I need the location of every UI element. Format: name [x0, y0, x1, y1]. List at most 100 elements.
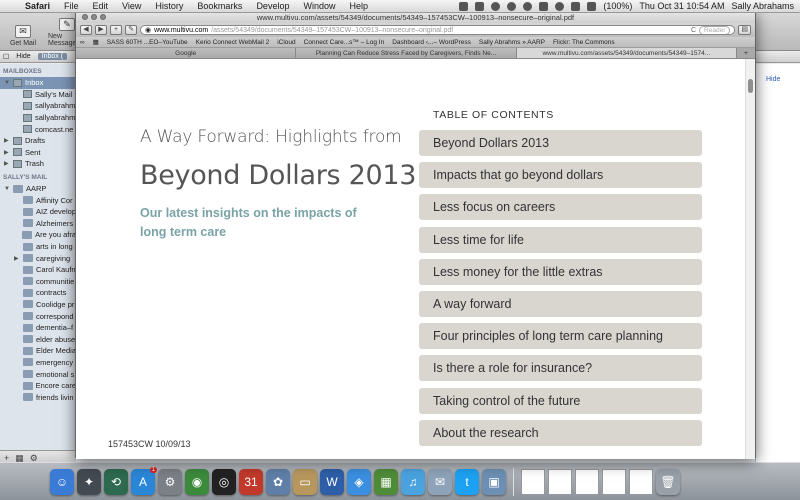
- folder-row[interactable]: friends livin: [0, 391, 76, 403]
- launchpad-icon[interactable]: ✦: [77, 468, 101, 495]
- app-store-icon[interactable]: A1: [131, 466, 157, 495]
- back-button[interactable]: ◀: [80, 25, 92, 35]
- time-machine-status-icon[interactable]: [523, 1, 533, 11]
- wrench-icon[interactable]: ✎: [125, 25, 137, 35]
- lock-icon[interactable]: [475, 1, 485, 11]
- toc-item[interactable]: Less focus on careers: [419, 194, 702, 221]
- toc-item[interactable]: Four principles of long term care planni…: [419, 323, 702, 350]
- itunes-icon[interactable]: ♫: [401, 468, 425, 495]
- mailbox-row[interactable]: Sally's Mail: [0, 89, 76, 101]
- dropbox-icon[interactable]: [491, 1, 501, 11]
- system-preferences-icon[interactable]: ⚙: [158, 468, 182, 495]
- menu-help[interactable]: Help: [342, 1, 375, 11]
- folder-row[interactable]: Coolidge pr: [0, 299, 76, 311]
- folder-row[interactable]: emergency: [0, 357, 76, 369]
- menu-history[interactable]: History: [148, 1, 190, 11]
- mailbox-row[interactable]: ▶ Drafts: [0, 135, 76, 147]
- folder-row[interactable]: Are you afra: [0, 229, 76, 241]
- bookmark-link[interactable]: SASS 60TH ...EO–YouTube: [107, 39, 188, 46]
- mailbox-row[interactable]: ▶ Trash: [0, 158, 76, 170]
- twitter-icon[interactable]: t: [455, 468, 479, 495]
- folder-icon[interactable]: ▭: [293, 468, 317, 495]
- forward-button[interactable]: ▶: [95, 25, 107, 35]
- menu-view[interactable]: View: [115, 1, 148, 11]
- vertical-scrollbar[interactable]: [745, 59, 755, 459]
- minimized-document-icon[interactable]: [575, 468, 599, 495]
- sync-icon[interactable]: [507, 1, 517, 11]
- battery-icon[interactable]: [587, 1, 597, 11]
- menu-edit[interactable]: Edit: [86, 1, 116, 11]
- folder-row[interactable]: emotional s: [0, 368, 76, 380]
- mailbox-row[interactable]: sallyabrahm: [0, 112, 76, 124]
- wifi-icon[interactable]: [555, 1, 565, 11]
- disclosure-triangle-icon[interactable]: ▶: [4, 160, 10, 167]
- bookmarks-grid-icon[interactable]: ▦: [93, 38, 99, 46]
- folder-row[interactable]: arts in long: [0, 241, 76, 253]
- disclosure-triangle-icon[interactable]: ▶: [14, 255, 20, 262]
- battery-percentage[interactable]: (100%): [603, 1, 632, 11]
- hide-link[interactable]: Hide: [756, 64, 800, 83]
- disclosure-triangle-icon[interactable]: ▼: [4, 186, 10, 192]
- preview-icon[interactable]: ▣: [482, 468, 506, 495]
- mail-icon[interactable]: ✉: [428, 468, 452, 495]
- folder-row[interactable]: Encore care: [0, 380, 76, 392]
- tab-google[interactable]: Google: [76, 48, 297, 58]
- folder-row[interactable]: Alzheimers: [0, 218, 76, 230]
- toc-item[interactable]: Is there a role for insurance?: [419, 355, 702, 382]
- mailbox-row[interactable]: comcast.ne: [0, 123, 76, 135]
- toc-item[interactable]: Impacts that go beyond dollars: [419, 162, 702, 189]
- bookmark-link[interactable]: Sally Abrahms » AARP: [479, 39, 545, 46]
- folder-row[interactable]: ▼ AARP: [0, 183, 76, 195]
- menu-user[interactable]: Sally Abrahams: [731, 1, 794, 11]
- camera-icon[interactable]: ◎: [212, 468, 236, 495]
- menu-file[interactable]: File: [57, 1, 86, 11]
- time-machine-icon[interactable]: ⟲: [104, 468, 128, 495]
- trash-icon[interactable]: 🗑: [656, 468, 680, 495]
- toc-item[interactable]: Beyond Dollars 2013: [419, 130, 702, 156]
- toc-item[interactable]: Less time for life: [419, 226, 702, 253]
- toc-item[interactable]: About the research: [419, 419, 702, 446]
- volume-icon[interactable]: [571, 1, 581, 11]
- photo-icon[interactable]: ✿: [266, 468, 290, 495]
- word-icon[interactable]: W: [320, 468, 344, 495]
- bookmark-link[interactable]: iCloud: [277, 39, 295, 46]
- minimized-document-icon[interactable]: [602, 468, 626, 495]
- page-menu-button[interactable]: ▤: [738, 25, 751, 35]
- scrollbar-thumb[interactable]: [748, 79, 753, 93]
- minimized-document-icon[interactable]: [521, 468, 545, 495]
- disclosure-triangle-icon[interactable]: ▶: [4, 149, 10, 156]
- checkbox-icon[interactable]: ☐: [3, 53, 9, 61]
- reload-icon[interactable]: C: [691, 27, 696, 34]
- add-bookmark-button[interactable]: +: [110, 25, 122, 35]
- minimized-document-icon[interactable]: [548, 468, 572, 495]
- menu-clock[interactable]: Thu Oct 31 10:54 AM: [639, 1, 724, 11]
- toc-item[interactable]: Taking control of the future: [419, 387, 702, 414]
- disclosure-triangle-icon[interactable]: ▼: [4, 80, 10, 86]
- folder-row[interactable]: Carol Kaufn: [0, 264, 76, 276]
- address-field[interactable]: ◉ www.multivu.com /assets/54349/document…: [140, 25, 736, 35]
- inbox-favorite-button[interactable]: Inbox (: [37, 53, 68, 60]
- bookmark-link[interactable]: Flickr: The Commons: [553, 39, 615, 46]
- reading-list-icon[interactable]: ∞: [80, 39, 85, 46]
- reader-button[interactable]: Reader: [699, 26, 731, 34]
- facetime-icon[interactable]: ◉: [185, 468, 209, 495]
- menu-app-name[interactable]: Safari: [18, 1, 57, 11]
- folder-row[interactable]: communitie: [0, 276, 76, 288]
- folder-row[interactable]: elder abuse: [0, 333, 76, 345]
- bookmark-link[interactable]: Kerio Connect WebMail 2: [196, 39, 270, 46]
- menu-develop[interactable]: Develop: [249, 1, 296, 11]
- spreadsheet-icon[interactable]: ▦: [374, 468, 398, 495]
- toc-item[interactable]: Less money for the little extras: [419, 258, 702, 285]
- new-tab-button[interactable]: +: [737, 48, 755, 58]
- menu-bookmarks[interactable]: Bookmarks: [190, 1, 249, 11]
- mailbox-row[interactable]: ▼ Inbox: [0, 77, 76, 89]
- folder-row[interactable]: Affinity Cor: [0, 194, 76, 206]
- bookmark-link[interactable]: Dashboard ‹...– WordPress: [392, 39, 471, 46]
- get-mail-button[interactable]: ✉ Get Mail: [4, 25, 42, 47]
- bluetooth-icon[interactable]: [539, 1, 549, 11]
- mailbox-row[interactable]: ▶ Sent: [0, 147, 76, 159]
- minimized-document-icon[interactable]: [629, 468, 653, 495]
- folder-row[interactable]: contracts: [0, 287, 76, 299]
- safari-icon[interactable]: ◈: [347, 468, 371, 495]
- mailbox-row[interactable]: sallyabrahm: [0, 100, 76, 112]
